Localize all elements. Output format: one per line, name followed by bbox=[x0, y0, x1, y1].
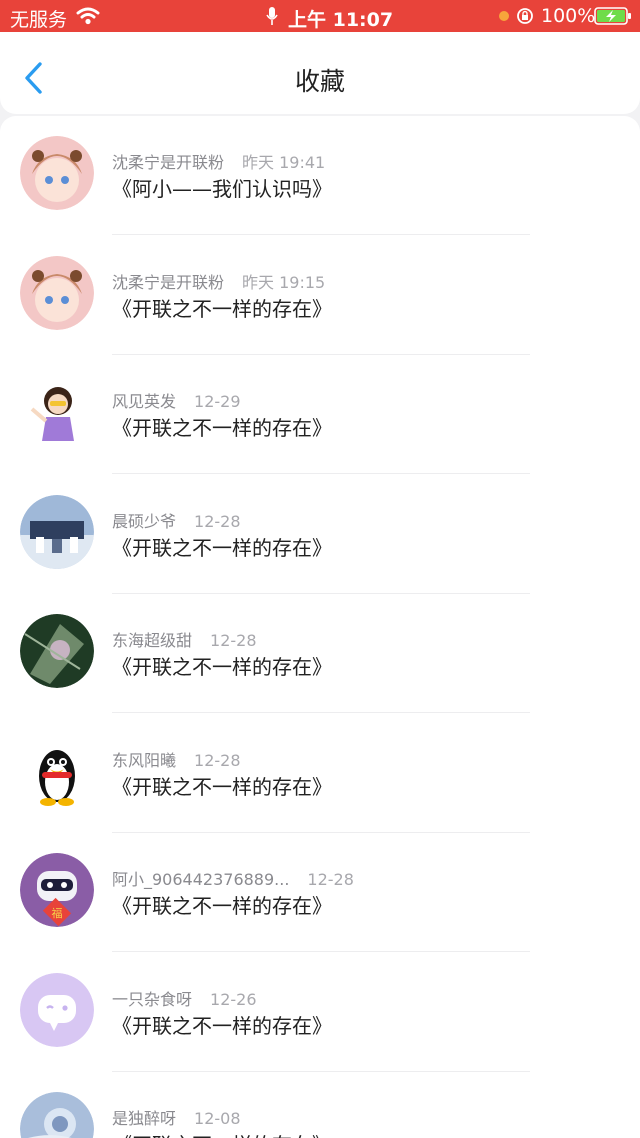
favorite-item[interactable]: 福 阿小_906442376889... 12-28 《开联之不一样的存在》 bbox=[0, 833, 640, 952]
microphone-icon bbox=[266, 7, 278, 25]
author-name[interactable]: 沈柔宁是开联粉 bbox=[112, 273, 224, 292]
item-date: 昨天 19:15 bbox=[242, 272, 326, 292]
battery-charging-icon bbox=[594, 7, 631, 25]
avatar-image bbox=[20, 136, 94, 210]
author-name[interactable]: 东风阳曦 bbox=[112, 751, 176, 770]
item-date: 12-28 bbox=[210, 631, 257, 650]
avatar-image bbox=[20, 255, 94, 330]
author-name[interactable]: 是独醉呀 bbox=[112, 1109, 176, 1128]
author-name[interactable]: 风见英发 bbox=[112, 392, 176, 411]
item-title[interactable]: 《开联之不一样的存在》 bbox=[112, 1129, 332, 1138]
avatar[interactable] bbox=[20, 494, 94, 569]
avatar-image bbox=[20, 494, 94, 569]
author-name[interactable]: 沈柔宁是开联粉 bbox=[112, 153, 224, 172]
navigation-bar: 收藏 bbox=[0, 32, 640, 114]
clock-text: 上午 11:07 bbox=[288, 9, 394, 31]
avatar[interactable] bbox=[20, 614, 94, 688]
avatar[interactable] bbox=[20, 1092, 94, 1138]
item-title[interactable]: 《开联之不一样的存在》 bbox=[112, 412, 332, 441]
favorites-list: 沈柔宁是开联粉 昨天 19:41 《阿小——我们认识吗》 沈柔宁是开联粉 昨天 19:1… bbox=[0, 116, 640, 1138]
item-meta: 东风阳曦 12-28 bbox=[112, 747, 241, 771]
recording-dot-icon bbox=[499, 11, 509, 21]
avatar[interactable] bbox=[20, 136, 94, 210]
avatar[interactable]: 福 bbox=[20, 853, 94, 927]
item-date: 12-28 bbox=[194, 750, 241, 770]
favorite-item[interactable]: 东海超级甜 12-28 《开联之不一样的存在》 bbox=[0, 594, 640, 713]
item-date: 12-08 bbox=[194, 1109, 241, 1128]
favorite-item[interactable]: 风见英发 12-29 《开联之不一样的存在》 bbox=[0, 355, 640, 474]
author-name[interactable]: 阿小_906442376889... bbox=[112, 870, 289, 889]
item-title[interactable]: 《开联之不一样的存在》 bbox=[112, 890, 332, 919]
author-name[interactable]: 晨硕少爷 bbox=[112, 512, 176, 531]
item-date: 12-26 bbox=[210, 989, 257, 1009]
avatar-image: 福 bbox=[20, 853, 94, 927]
item-meta: 东海超级甜 12-28 bbox=[112, 627, 257, 651]
status-bar: 无服务 上午 11:07 100% bbox=[0, 0, 640, 32]
item-meta: 是独醉呀 12-08 bbox=[112, 1105, 241, 1129]
author-name[interactable]: 一只杂食呀 bbox=[112, 990, 192, 1009]
item-meta: 阿小_906442376889... 12-28 bbox=[112, 866, 354, 890]
avatar-image bbox=[20, 1092, 94, 1138]
favorite-item[interactable]: 晨硕少爷 12-28 《开联之不一样的存在》 bbox=[0, 475, 640, 594]
item-meta: 沈柔宁是开联粉 昨天 19:15 bbox=[112, 269, 325, 293]
item-meta: 一只杂食呀 12-26 bbox=[112, 986, 257, 1010]
item-title[interactable]: 《开联之不一样的存在》 bbox=[112, 532, 332, 561]
item-title[interactable]: 《开联之不一样的存在》 bbox=[112, 771, 332, 800]
favorite-item[interactable]: 是独醉呀 12-08《开联之不一样的存在》 bbox=[0, 1072, 640, 1138]
item-date: 12-29 bbox=[194, 392, 241, 411]
avatar-image bbox=[20, 733, 94, 808]
favorite-item[interactable]: 沈柔宁是开联粉 昨天 19:15 《开联之不一样的存在》 bbox=[0, 236, 640, 355]
avatar[interactable] bbox=[20, 733, 94, 808]
item-date: 昨天 19:41 bbox=[242, 153, 326, 172]
item-title[interactable]: 《开联之不一样的存在》 bbox=[112, 651, 332, 680]
favorite-item[interactable]: 沈柔宁是开联粉 昨天 19:41 《阿小——我们认识吗》 bbox=[0, 116, 640, 235]
wifi-icon bbox=[76, 7, 100, 25]
item-title[interactable]: 《阿小——我们认识吗》 bbox=[112, 173, 332, 202]
avatar[interactable] bbox=[20, 375, 94, 449]
item-title[interactable]: 《开联之不一样的存在》 bbox=[112, 1010, 332, 1039]
favorite-item[interactable]: 东风阳曦 12-28 《开联之不一样的存在》 bbox=[0, 714, 640, 833]
author-name[interactable]: 东海超级甜 bbox=[112, 631, 192, 650]
item-meta: 晨硕少爷 12-28 bbox=[112, 508, 241, 532]
avatar-image bbox=[20, 614, 94, 688]
item-title[interactable]: 《开联之不一样的存在》 bbox=[112, 293, 332, 322]
avatar[interactable] bbox=[20, 972, 94, 1047]
battery-percent: 100% bbox=[541, 5, 596, 27]
rotation-lock-icon bbox=[517, 8, 533, 24]
carrier-text: 无服务 bbox=[10, 9, 68, 31]
page-title: 收藏 bbox=[294, 67, 345, 96]
item-date: 12-28 bbox=[307, 870, 354, 889]
item-date: 12-28 bbox=[194, 511, 241, 531]
svg-text:福: 福 bbox=[52, 906, 63, 920]
avatar-image bbox=[20, 375, 94, 449]
avatar-image bbox=[20, 972, 94, 1047]
item-meta: 沈柔宁是开联粉 昨天 19:41 bbox=[112, 149, 325, 173]
favorite-item[interactable]: 一只杂食呀 12-26 《开联之不一样的存在》 bbox=[0, 953, 640, 1072]
avatar[interactable] bbox=[20, 255, 94, 330]
item-meta: 风见英发 12-29 bbox=[112, 388, 241, 412]
